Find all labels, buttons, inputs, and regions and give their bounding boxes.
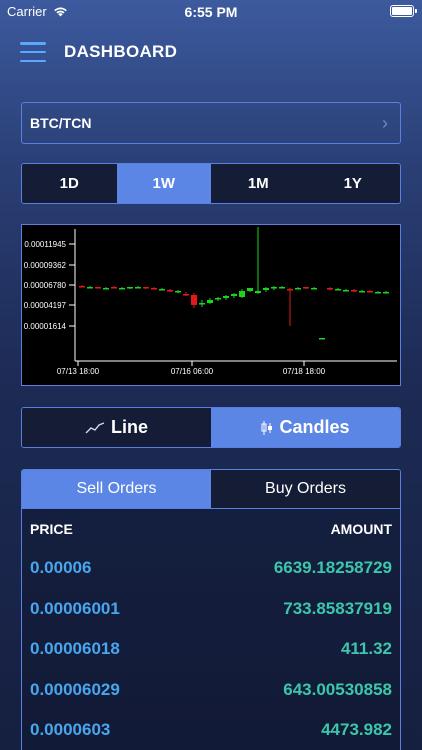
order-table-header: PRICE AMOUNT — [22, 509, 400, 548]
x-tick-label: 07/18 18:00 — [283, 367, 326, 376]
page-title: DASHBOARD — [64, 42, 178, 61]
order-row[interactable]: 0.00006 6639.18258729 — [22, 548, 400, 589]
order-price: 0.00006029 — [30, 679, 120, 699]
candle-body — [263, 288, 269, 290]
line-view-button[interactable]: Line — [22, 408, 211, 447]
app-header: DASHBOARD — [20, 38, 177, 66]
candlestick-chart: 0.00011945 0.00009362 0.00006780 0.00004197… — [24, 227, 397, 376]
price-column-header: PRICE — [30, 520, 73, 537]
candle-body — [191, 295, 197, 305]
candle-body — [343, 290, 349, 292]
candle-body — [295, 288, 301, 290]
order-amount: 733.85837919 — [283, 598, 392, 618]
tab-sell-orders[interactable]: Sell Orders — [22, 470, 211, 508]
y-tick-label: 0.00009362 — [24, 261, 67, 270]
candle-body — [175, 291, 181, 293]
x-tick-label: 07/16 06:00 — [171, 367, 214, 376]
candle-body — [279, 287, 285, 289]
chevron-right-icon: › — [382, 112, 388, 133]
candle-body — [367, 291, 373, 293]
candle-body — [207, 300, 213, 303]
order-price: 0.00006018 — [30, 639, 120, 659]
tab-1d[interactable]: 1D — [22, 164, 117, 203]
candle-body — [303, 287, 309, 289]
candle-body — [159, 289, 165, 291]
order-row[interactable]: 0.0000603 4473.982 — [22, 710, 400, 750]
candle-body — [103, 288, 109, 290]
candle-body — [167, 290, 173, 292]
y-tick-label: 0.00004197 — [24, 301, 67, 310]
candle-body — [255, 291, 261, 293]
y-tick-label: 0.00011945 — [24, 240, 66, 249]
candle-body — [311, 288, 317, 290]
tab-1w[interactable]: 1W — [116, 164, 211, 203]
amount-column-header: AMOUNT — [330, 520, 392, 537]
order-tabs: Sell Orders Buy Orders — [22, 470, 400, 509]
candle-body — [287, 289, 293, 291]
order-row[interactable]: 0.00006029 643.00530858 — [22, 670, 400, 711]
candle-body — [327, 288, 333, 290]
candles-view-button[interactable]: Candles — [211, 408, 400, 447]
candle-body — [231, 294, 237, 296]
line-chart-icon — [85, 421, 105, 433]
candle-body — [271, 287, 277, 289]
battery-icon — [390, 5, 417, 17]
candle-body — [319, 338, 325, 340]
order-row[interactable]: 0.00006018 411.32 — [22, 629, 400, 670]
status-bar: Carrier 6:55 PM — [0, 0, 422, 24]
candle-body — [351, 290, 357, 292]
candle-body — [127, 287, 133, 289]
candle-body — [151, 288, 157, 290]
candle-body — [79, 286, 85, 288]
candle-body — [199, 303, 205, 305]
y-tick-label: 0.00001614 — [24, 322, 67, 331]
candle-body — [375, 292, 381, 294]
candle-body — [183, 294, 189, 296]
candle-body — [223, 296, 229, 298]
tab-1y[interactable]: 1Y — [305, 164, 400, 203]
candle-body — [95, 287, 101, 289]
candle-body — [215, 298, 221, 300]
candles-icon — [261, 420, 273, 435]
candles-view-label: Candles — [279, 417, 350, 437]
candle-body — [359, 291, 365, 293]
order-book: Sell Orders Buy Orders PRICE AMOUNT 0.00… — [21, 469, 401, 750]
candle-body — [87, 287, 93, 289]
candle-body — [247, 288, 253, 291]
candle-body — [135, 287, 141, 289]
order-amount: 643.00530858 — [283, 679, 392, 699]
hamburger-menu-icon[interactable] — [20, 42, 46, 62]
candle-body — [335, 289, 341, 291]
candle-body — [383, 292, 389, 294]
pair-label: BTC/TCN — [30, 115, 92, 131]
time-range-tabs: 1D 1W 1M 1Y — [21, 163, 401, 204]
order-price: 0.00006001 — [30, 598, 120, 618]
candle-body — [119, 288, 125, 290]
candle-body — [143, 287, 149, 289]
chart-view-toggle: Line Candles — [21, 407, 401, 448]
tab-buy-orders[interactable]: Buy Orders — [211, 470, 400, 508]
order-amount: 4473.982 — [321, 720, 392, 740]
status-time: 6:55 PM — [184, 4, 238, 20]
pair-selector[interactable]: BTC/TCN › — [21, 102, 401, 144]
price-chart[interactable]: 0.00011945 0.00009362 0.00006780 0.00004197… — [21, 224, 401, 386]
order-row[interactable]: 0.00006001 733.85837919 — [22, 589, 400, 630]
y-tick-label: 0.00006780 — [24, 281, 67, 290]
order-price: 0.00006 — [30, 558, 92, 578]
tab-1m[interactable]: 1M — [211, 164, 306, 203]
order-price: 0.0000603 — [30, 720, 111, 740]
order-amount: 6639.18258729 — [273, 558, 392, 578]
line-view-label: Line — [110, 417, 148, 437]
candle-body — [239, 291, 245, 297]
x-tick-label: 07/13 18:00 — [57, 367, 100, 376]
candle-body — [111, 287, 117, 289]
order-amount: 411.32 — [340, 639, 392, 659]
